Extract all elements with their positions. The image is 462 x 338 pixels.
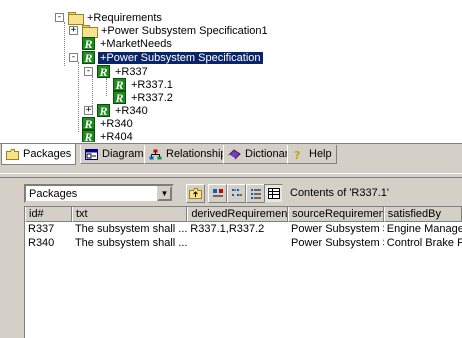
help-icon: ? — [292, 149, 305, 162]
tree-node-r337[interactable]: - R +R337 — [84, 65, 150, 79]
collapse-toggle[interactable]: - — [69, 53, 78, 62]
table-row[interactable]: R337 The subsystem shall ... R337.1,R337… — [25, 222, 462, 236]
tree-node-label: +R337.2 — [131, 91, 173, 104]
cell-derived-requirements: R337.1,R337.2 — [190, 223, 265, 235]
cell-satisfied-by: Engine Managen — [386, 223, 462, 235]
folder-icon — [82, 25, 98, 38]
tree-node-label: +Power Subsystem Specification1 — [101, 24, 268, 37]
tree-node-label: +MarketNeeds — [100, 37, 172, 50]
tree-node-r340-b[interactable]: R +R340 — [82, 117, 135, 131]
cell-source-requirement: Power Subsystem Spec — [290, 223, 384, 235]
requirement-icon: R — [82, 37, 95, 51]
tree-node-r337-2[interactable]: R +R337.2 — [113, 91, 175, 105]
requirement-icon: R — [82, 51, 95, 65]
requirement-icon: R — [97, 104, 110, 118]
dictionary-icon — [228, 148, 241, 160]
requirement-icon: R — [82, 117, 95, 131]
cell-satisfied-by: Control Brake Fo — [386, 237, 462, 249]
panel-splitter[interactable] — [0, 173, 462, 178]
chevron-down-icon[interactable]: ▼ — [157, 186, 172, 201]
contents-panel: Packages ▼ Contents of 'R337.1' id# txt … — [0, 165, 462, 338]
collapse-toggle[interactable]: - — [55, 13, 64, 22]
up-folder-button[interactable] — [186, 184, 205, 203]
list-view-button[interactable] — [246, 184, 265, 203]
model-tree[interactable]: - +Requirements + +Power Subsystem Speci… — [0, 0, 462, 142]
diagram-icon — [85, 148, 98, 160]
requirement-icon: R — [113, 78, 126, 92]
tab-label: Diagrams — [102, 148, 150, 160]
tab-label: Help — [309, 148, 332, 160]
tab-help[interactable]: ? Help — [287, 145, 337, 164]
requirement-icon: R — [113, 91, 126, 105]
tree-node-r404[interactable]: R +R404 — [82, 130, 135, 142]
expand-toggle[interactable]: + — [69, 26, 78, 35]
small-icons-icon — [231, 189, 242, 196]
up-folder-icon — [189, 188, 202, 199]
cell-id: R337 — [28, 223, 55, 235]
tree-node-label: +R337.1 — [131, 78, 173, 91]
large-icons-button[interactable] — [208, 184, 227, 203]
contents-toolbar: Packages ▼ Contents of 'R337.1' — [0, 183, 462, 205]
list-view-icon — [250, 189, 261, 199]
cell-txt: The subsystem shall ... — [74, 237, 188, 249]
tree-line — [64, 22, 65, 66]
tree-node-label: +Requirements — [87, 11, 162, 24]
contents-grid[interactable]: id# txt derivedRequirements sourceRequir… — [24, 206, 462, 338]
tree-node-label: +R337 — [115, 65, 148, 78]
large-icons-icon — [212, 189, 223, 197]
tree-node-power-subsystem-specification[interactable]: - R +Power Subsystem Specification — [69, 51, 263, 65]
small-icons-button[interactable] — [227, 184, 246, 203]
tree-node-marketneeds[interactable]: R +MarketNeeds — [82, 37, 174, 51]
cell-derived-requirements — [187, 236, 288, 250]
table-row[interactable]: R340 The subsystem shall ... Power Subsy… — [25, 236, 462, 250]
tab-bar: Packages Diagrams Relationships Dictiona… — [0, 143, 462, 165]
tab-diagrams[interactable]: Diagrams — [80, 145, 155, 164]
tree-node-r340[interactable]: + R +R340 — [84, 104, 150, 118]
expand-toggle[interactable]: + — [84, 106, 93, 115]
tree-node-label: +R340 — [100, 117, 133, 130]
details-view-button[interactable] — [264, 184, 283, 203]
folder-icon — [68, 12, 84, 25]
tree-node-power-subsystem-specification1[interactable]: + +Power Subsystem Specification1 — [69, 24, 270, 38]
tree-node-label: +Power Subsystem Specification — [98, 51, 263, 64]
column-header-derived-requirements[interactable]: derivedRequirements — [187, 207, 288, 222]
tree-node-label: +R404 — [100, 130, 133, 143]
tree-line — [106, 78, 107, 96]
svg-text:?: ? — [294, 149, 300, 160]
package-select-value: Packages — [29, 187, 78, 200]
column-header-satisfied-by[interactable]: satisfiedBy — [383, 207, 462, 222]
requirement-icon: R — [97, 65, 110, 79]
grid-header-row: id# txt derivedRequirements sourceRequir… — [25, 207, 462, 222]
tree-node-r337-1[interactable]: R +R337.1 — [113, 78, 175, 92]
cell-txt: The subsystem shall ... — [74, 223, 188, 235]
tree-node-label: +R340 — [115, 104, 148, 117]
tab-packages[interactable]: Packages — [1, 144, 77, 165]
requirement-icon: R — [82, 130, 95, 142]
package-select[interactable]: Packages ▼ — [24, 184, 174, 203]
tree-node-requirements[interactable]: - +Requirements — [55, 11, 164, 25]
relationships-icon — [149, 149, 162, 160]
cell-source-requirement: Power Subsystem Spec — [290, 237, 384, 249]
details-view-icon — [267, 188, 280, 199]
tree-line — [78, 62, 79, 132]
collapse-toggle[interactable]: - — [84, 67, 93, 76]
column-header-source-requirement[interactable]: sourceRequirement — [287, 207, 384, 222]
column-header-id[interactable]: id# — [25, 207, 72, 222]
cell-id: R340 — [28, 237, 55, 249]
folder-icon — [6, 148, 19, 160]
contents-label: Contents of 'R337.1' — [290, 187, 389, 199]
column-header-txt[interactable]: txt — [71, 207, 188, 222]
tab-label: Packages — [23, 148, 72, 160]
